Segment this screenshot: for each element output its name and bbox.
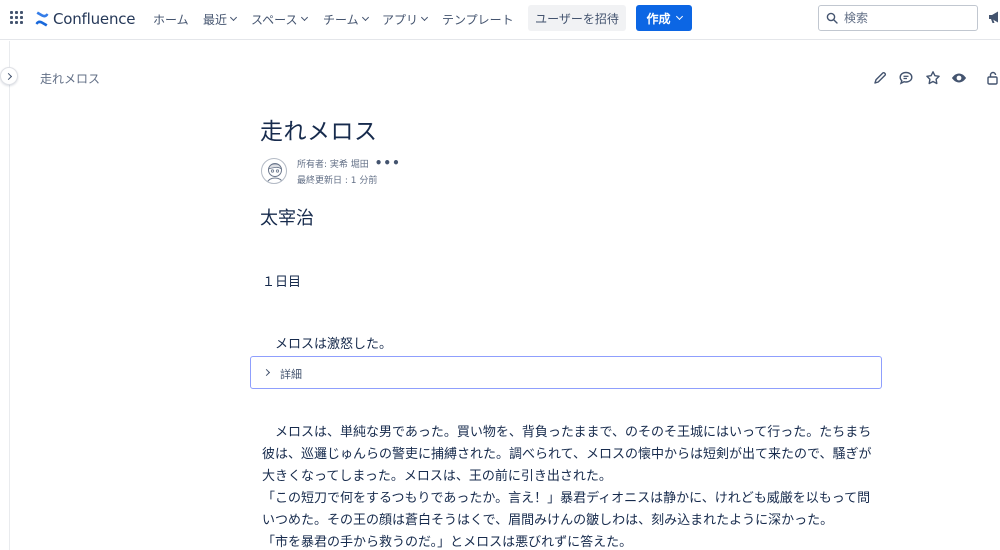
search-input[interactable]: [844, 11, 964, 25]
chevron-down-icon: [675, 12, 683, 21]
nav-recent[interactable]: 最近: [203, 10, 238, 28]
confluence-logo[interactable]: Confluence: [34, 9, 136, 29]
chevron-down-icon: [229, 13, 238, 22]
chevron-right-icon: [4, 72, 12, 80]
nav-home-label: ホーム: [153, 12, 189, 27]
body-line: いつめた。その王の顔は蒼白そうはくで、眉間みけんの皺しわは、刻み込まれたように深…: [262, 513, 834, 528]
avatar[interactable]: [261, 158, 287, 184]
nav-home[interactable]: ホーム: [153, 10, 189, 28]
nav-apps-label: アプリ: [382, 12, 419, 27]
sidebar-divider: [9, 41, 10, 550]
day-heading: １日目: [262, 275, 302, 290]
invite-users-button[interactable]: ユーザーを招待: [528, 5, 626, 31]
create-button-label: 作成: [646, 11, 671, 26]
chevron-down-icon: [420, 13, 429, 22]
chevron-down-icon: [361, 13, 369, 22]
nav-templates[interactable]: テンプレート: [442, 10, 514, 28]
confluence-logo-icon: [35, 11, 49, 27]
expand-sidebar-button[interactable]: [0, 67, 18, 85]
notifications-megaphone-icon[interactable]: [988, 10, 1000, 24]
brand-name: Confluence: [53, 10, 136, 28]
create-button[interactable]: 作成: [636, 5, 692, 31]
body-line: 「この短刀で何をするつもりであったか。言え！」暴君ディオニスは静かに、けれども威…: [262, 491, 871, 506]
body-line: 「市を暴君の手から救うのだ。」とメロスは悪びれずに答えた。: [262, 535, 633, 550]
body-line: 大きくなってしまった。メロスは、王の前に引き出された。: [262, 469, 612, 484]
nav-teams[interactable]: チーム: [323, 10, 369, 28]
star-icon[interactable]: [925, 70, 941, 86]
page-title: 走れメロス: [260, 119, 378, 145]
body-line: 彼は、巡邏じゅんらの警吏に捕縛された。調べられて、メロスの懐中からは短剣が出て来…: [262, 447, 872, 462]
expand-details-block[interactable]: 詳細: [250, 356, 882, 389]
nav-apps[interactable]: アプリ: [382, 10, 429, 28]
nav-spaces-label: スペース: [251, 12, 298, 27]
page-owner-line: 所有者: 実希 堀田 •••: [297, 157, 401, 170]
nav-recent-label: 最近: [203, 12, 228, 27]
watch-icon[interactable]: [951, 70, 967, 86]
body-line: メロスは、単純な男であった。買い物を、背負ったままで、のそのそ王城にはいって行っ…: [262, 425, 872, 440]
page-owner: 所有者: 実希 堀田: [297, 160, 369, 170]
chevron-right-icon: [262, 368, 271, 377]
search-box[interactable]: [818, 5, 978, 31]
edit-icon[interactable]: [872, 70, 888, 86]
top-navigation-bar: Confluence ホーム 最近 スペース チーム アプリ テンプレート ユー…: [0, 0, 1000, 40]
breadcrumb[interactable]: 走れメロス: [40, 70, 100, 87]
comment-icon[interactable]: [898, 70, 914, 86]
app-switcher-icon[interactable]: [10, 11, 24, 25]
author-heading: 太宰治: [260, 208, 314, 229]
chevron-down-icon: [300, 13, 308, 22]
user-avatar-icon: [266, 163, 284, 183]
more-actions-button[interactable]: •••: [375, 157, 401, 169]
nav-templates-label: テンプレート: [442, 12, 514, 27]
nav-teams-label: チーム: [323, 12, 359, 27]
expand-title: 詳細: [280, 368, 302, 381]
nav-spaces[interactable]: スペース: [251, 10, 308, 28]
last-updated: 最終更新日 : 1 分前: [297, 176, 378, 186]
intro-paragraph: メロスは激怒した。: [262, 337, 393, 352]
restrictions-icon[interactable]: [986, 70, 1000, 86]
search-icon: [826, 12, 838, 24]
